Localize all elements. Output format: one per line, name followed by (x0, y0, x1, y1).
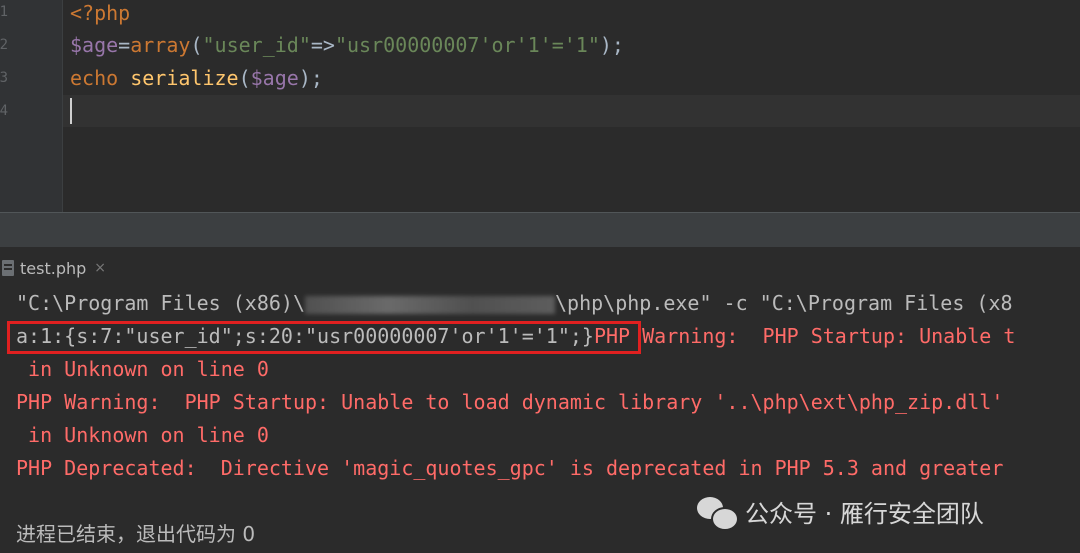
code-operator: = (118, 33, 131, 57)
code-editor[interactable]: 1 2 3 4 <?php $age=array("user_id"=>"usr… (0, 0, 1080, 212)
line-number-gutter: 1 2 3 4 (0, 0, 63, 212)
code-string: "usr00000007'or'1'='1" (334, 33, 600, 57)
line-number: 2 (0, 37, 8, 53)
command-prefix: "C:\Program Files (x86)\ (16, 291, 305, 315)
text-caret (70, 98, 72, 124)
code-punctuation: ( (190, 33, 203, 57)
code-keyword: echo (70, 66, 119, 90)
code-line-2[interactable]: $age=array("user_id"=>"usr00000007'or'1'… (70, 33, 624, 57)
line-number: 1 (0, 4, 8, 20)
console-command-line: "C:\Program Files (x86)\ \php\php.exe" -c… (16, 291, 1013, 315)
current-line-highlight (63, 95, 1080, 127)
code-operator: => (310, 33, 335, 57)
run-tab[interactable]: test.php × (0, 253, 106, 283)
warning-text: PHP Warning: PHP Startup: Unable t (593, 324, 1016, 348)
run-tab-label: test.php (20, 258, 87, 278)
file-icon (2, 260, 14, 276)
highlight-box (7, 321, 641, 354)
code-function: serialize (130, 66, 239, 90)
code-string: "user_id" (202, 33, 311, 57)
command-suffix: \php\php.exe" -c "C:\Program Files (x8 (554, 291, 1013, 315)
watermark-text: 公众号 · 雁行安全团队 (745, 500, 984, 528)
console-error-line: in Unknown on line 0 (16, 357, 269, 381)
code-punctuation: ); (599, 33, 624, 57)
line-number: 3 (0, 70, 8, 86)
console-error-line: PHP Deprecated: Directive 'magic_quotes_… (16, 456, 1004, 480)
watermark: 公众号 · 雁行安全团队 (697, 494, 984, 531)
code-line-1[interactable]: <?php (70, 1, 130, 25)
run-tab-bar: test.php × (0, 247, 1080, 285)
close-icon[interactable]: × (94, 260, 106, 276)
code-variable: $age (250, 66, 299, 90)
console-error-line: PHP Warning: PHP Startup: Unable to load… (16, 390, 1004, 414)
code-variable: $age (70, 33, 119, 57)
code-punctuation: ( (238, 66, 251, 90)
redacted-path (304, 295, 555, 314)
code-punctuation: ); (298, 66, 323, 90)
code-line-3[interactable]: echo serialize($age); (70, 66, 323, 90)
code-function: array (130, 33, 191, 57)
process-finished-message: 进程已结束，退出代码为 0 (16, 522, 256, 546)
panel-splitter[interactable] (0, 212, 1080, 248)
line-number: 4 (0, 103, 8, 119)
console-error-line: in Unknown on line 0 (16, 423, 269, 447)
wechat-icon (697, 495, 739, 531)
php-open-tag: <?php (70, 1, 131, 25)
